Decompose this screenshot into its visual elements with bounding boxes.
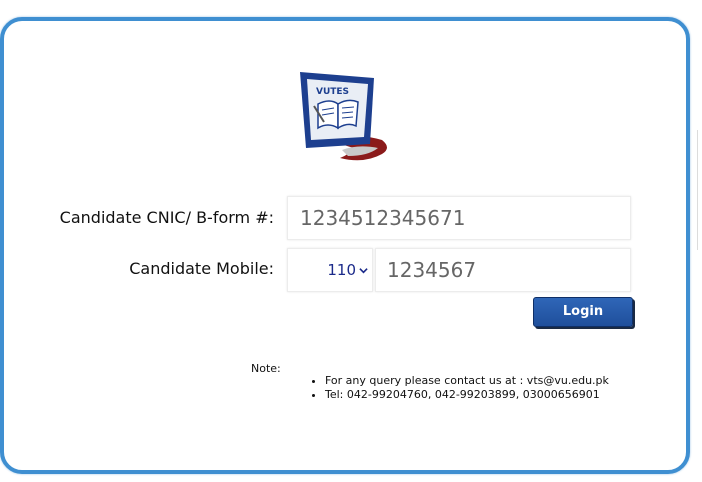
cnic-input[interactable] [287, 196, 631, 240]
chevron-down-icon [359, 267, 368, 273]
note-list: For any query please contact us at : vts… [312, 374, 609, 402]
scrollbar-edge [697, 130, 702, 250]
logo-text: VUTES [316, 87, 349, 97]
note-title: Note: [251, 362, 281, 375]
mobile-code-value: 110 [327, 261, 356, 279]
mobile-label: Candidate Mobile: [129, 259, 274, 278]
mobile-input[interactable] [375, 248, 631, 292]
cnic-label: Candidate CNIC/ B-form #: [59, 208, 274, 227]
mobile-code-select[interactable]: 110 [287, 248, 373, 292]
note-item-phone: Tel: 042-99204760, 042-99203899, 0300065… [325, 388, 609, 402]
note-item-email: For any query please contact us at : vts… [325, 374, 609, 388]
vutes-logo: VUTES [300, 72, 387, 161]
login-button[interactable]: Login [533, 297, 633, 327]
